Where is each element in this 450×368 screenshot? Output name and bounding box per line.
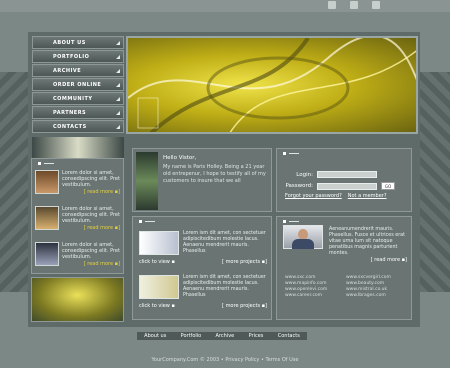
top-icons — [328, 1, 380, 9]
password-label: Password: — [285, 183, 313, 189]
left-banner-image — [32, 137, 124, 159]
project-item: Lorem ism dit amet, con sectetuer adipis… — [139, 231, 267, 271]
hero-banner — [126, 36, 418, 134]
left-bottom-image — [31, 277, 124, 322]
read-more-link[interactable]: [ read more ▪] — [62, 225, 120, 231]
project-thumb[interactable] — [139, 275, 179, 299]
login-heading — [277, 149, 411, 157]
more-projects-link[interactable]: [ more projects ▪] — [222, 303, 267, 309]
login-panel: Login: Password: GO Forgot your password… — [276, 148, 412, 212]
click-to-view-link[interactable]: click to view ▪ — [139, 259, 175, 265]
nav-contacts[interactable]: CONTACTS — [32, 120, 124, 133]
partner-url[interactable]: www.beauty.com — [346, 281, 407, 286]
projects-panel: Lorem ism dit amet, con sectetuer adipis… — [132, 216, 272, 320]
partner-url[interactable]: www.lbrages.com — [346, 293, 407, 298]
login-field[interactable] — [317, 171, 377, 178]
project-text: Lorem ism dit amet, con sectetuer adipis… — [183, 275, 266, 298]
news-text: Lorem dolor si amet, consedipscing elit.… — [62, 206, 120, 224]
project-text: Lorem ism dit amet, con sectetuer adipis… — [183, 231, 266, 254]
projects-heading — [133, 217, 271, 225]
read-more-link[interactable]: [ read more ▪] — [62, 189, 120, 195]
copyright: YourCompany.Com © 2003 • Privacy Policy … — [151, 357, 299, 363]
nav-partners[interactable]: PARTNERS — [32, 106, 124, 119]
news-item: Lorem dolor si amet, consedipscing elit.… — [32, 167, 123, 203]
partner-url[interactable]: www.career.com — [285, 293, 346, 298]
read-more-link[interactable]: [ read more ▪] — [371, 257, 407, 263]
login-label: Login: — [296, 171, 313, 178]
partner-url[interactable]: www.mistral.co.uk — [346, 287, 407, 292]
sitemap-icon[interactable] — [372, 1, 380, 9]
go-button[interactable]: GO — [381, 182, 395, 190]
left-texture — [0, 72, 30, 292]
mail-icon[interactable] — [350, 1, 358, 9]
partner-url[interactable]: www.mapinfo.com — [285, 281, 346, 286]
partner-photo — [283, 225, 323, 249]
click-to-view-link[interactable]: click to view ▪ — [139, 303, 175, 309]
partner-heading — [277, 217, 411, 225]
project-item: Lorem ism dit amet, con sectetuer adipis… — [139, 275, 267, 315]
nav-order-online[interactable]: ORDER ONLINE — [32, 78, 124, 91]
partner-panel: Aeneanumendrerit mauris. Phasellus. Fusc… — [276, 216, 412, 320]
partner-url[interactable]: www.sxcvergirl.com — [346, 275, 407, 280]
news-text: Lorem dolor si amet, consedipscing elit.… — [62, 170, 120, 188]
read-more-link[interactable]: [ read more ▪] — [62, 261, 120, 267]
project-thumb[interactable] — [139, 231, 179, 255]
nav-portfolio[interactable]: PORTFOLIO — [32, 50, 124, 63]
welcome-image — [136, 152, 158, 210]
more-projects-link[interactable]: [ more projects ▪] — [222, 259, 267, 265]
news-thumb[interactable] — [35, 170, 59, 194]
footer-about-us[interactable]: About us — [144, 333, 166, 339]
home-icon[interactable] — [328, 1, 336, 9]
forgot-password-link[interactable]: Forgot your password? — [285, 193, 342, 199]
news-thumb[interactable] — [35, 206, 59, 230]
welcome-title: Hello Vistor, — [163, 155, 197, 161]
footer-archive[interactable]: Archive — [216, 333, 235, 339]
partner-text: Aeneanumendrerit mauris. Phasellus. Fusc… — [329, 227, 405, 256]
hero-art — [128, 38, 416, 132]
news-heading — [32, 159, 123, 167]
news-text: Lorem dolor si amet, consedipscing elit.… — [62, 242, 120, 260]
news-item: Lorem dolor si amet, consedipscing elit.… — [32, 239, 123, 275]
welcome-body: My name is Paris Holley. Being a 21 year… — [163, 164, 266, 184]
footer-portfolio[interactable]: Portfolio — [181, 333, 202, 339]
partner-url[interactable]: www.sxc.com — [285, 275, 346, 280]
nav-about-us[interactable]: ABOUT US — [32, 36, 124, 49]
right-texture — [420, 72, 450, 292]
not-member-link[interactable]: Not a member? — [348, 193, 387, 199]
news-item: Lorem dolor si amet, consedipscing elit.… — [32, 203, 123, 239]
footer-contacts[interactable]: Contacts — [278, 333, 300, 339]
nav-community[interactable]: COMMUNITY — [32, 92, 124, 105]
password-field[interactable] — [317, 182, 377, 190]
footer-prices[interactable]: Prices — [249, 333, 264, 339]
partner-url[interactable]: www.openlevi.com — [285, 287, 346, 292]
news-thumb[interactable] — [35, 242, 59, 266]
nav-archive[interactable]: ARCHIVE — [32, 64, 124, 77]
footer-nav: About us Portfolio Archive Prices Contac… — [137, 332, 307, 340]
welcome-panel: Hello Vistor, My name is Paris Holley. B… — [132, 148, 272, 212]
partner-links: www.sxc.com www.sxcvergirl.com www.mapin… — [285, 275, 407, 298]
news-box: Lorem dolor si amet, consedipscing elit.… — [31, 158, 124, 274]
main-nav: ABOUT US PORTFOLIO ARCHIVE ORDER ONLINE … — [32, 36, 124, 134]
top-bar — [0, 0, 450, 12]
